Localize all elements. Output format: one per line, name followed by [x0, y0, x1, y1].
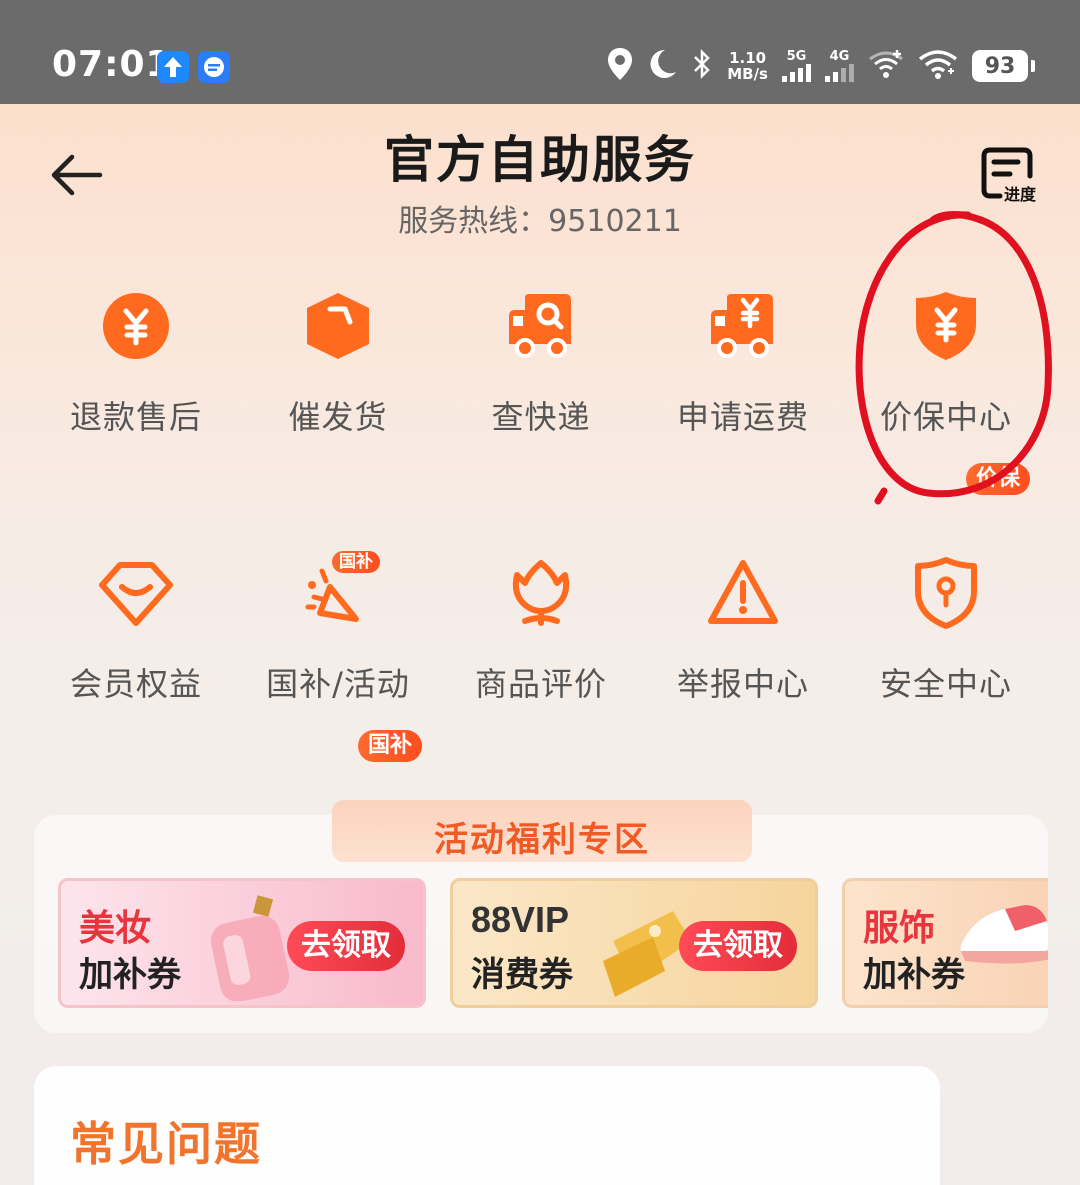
- service-label: 催发货: [288, 398, 388, 436]
- coupon-88vip[interactable]: 88VIP 消费券 去领取: [450, 878, 818, 1008]
- claim-button[interactable]: 去领取: [679, 921, 797, 971]
- shield-yuan-icon: [916, 292, 976, 360]
- sim2-label: 4G: [829, 49, 850, 64]
- service-apply-shipping-fee[interactable]: 申请运费: [643, 288, 843, 438]
- bluetooth-icon: [691, 48, 713, 84]
- shield-keyhole-icon: [915, 557, 977, 629]
- sneaker-icon: [960, 905, 1048, 964]
- wifi-icon: [918, 49, 958, 83]
- service-label: 举报中心: [676, 665, 809, 703]
- service-label: 商品评价: [474, 665, 607, 703]
- service-refund-aftersale[interactable]: 退款售后: [36, 288, 236, 438]
- price-protection-tag: 价保: [966, 463, 1031, 495]
- subsidy-icon-badge: 国补: [332, 551, 380, 573]
- package-box-icon: [307, 293, 369, 359]
- status-bar: 07:01 1.10 MB/s 5G 4G 93: [0, 0, 1080, 104]
- diamond-smile-icon: [99, 562, 173, 626]
- service-label: 国补/活动: [266, 665, 410, 703]
- service-subsidy-activities[interactable]: 国补/活动: [238, 555, 438, 705]
- service-label: 安全中心: [879, 665, 1012, 703]
- coupon-title: 88VIP: [471, 899, 570, 940]
- upload-app-icon: [157, 51, 189, 83]
- service-label: 申请运费: [676, 398, 809, 436]
- service-label: 价保中心: [879, 398, 1012, 436]
- page-title: 官方自助服务: [384, 131, 696, 189]
- service-label: 会员权益: [69, 665, 202, 703]
- service-product-review[interactable]: 商品评价: [441, 555, 641, 705]
- coupon-subtitle: 加补券: [79, 955, 181, 995]
- coupon-title: 美妆: [79, 908, 152, 949]
- perfume-bottle-icon: [210, 895, 290, 1001]
- claim-button[interactable]: 去领取: [287, 921, 405, 971]
- service-label: 查快递: [491, 398, 591, 436]
- status-time: 07:01: [52, 44, 172, 85]
- wifi-plus-icon: [868, 49, 904, 83]
- warning-triangle-icon: [708, 560, 778, 624]
- truck-yuan-icon: [711, 294, 773, 358]
- coupon-title: 服饰: [863, 908, 936, 949]
- service-member-benefits[interactable]: 会员权益: [36, 555, 236, 705]
- sim2-signal: 4G: [825, 50, 854, 82]
- moon-icon: [647, 48, 677, 84]
- truck-search-icon: [509, 294, 571, 358]
- service-hotline[interactable]: 服务热线：9510211: [0, 196, 1080, 240]
- coupon-apparel[interactable]: 服饰 加补券: [842, 878, 1048, 1008]
- status-indicators: 1.10 MB/s 5G 4G 93: [607, 44, 1035, 88]
- progress-label: 进度: [1004, 185, 1037, 204]
- battery-indicator: 93: [972, 50, 1035, 82]
- sim1-signal: 5G: [782, 50, 811, 82]
- network-speed-unit: MB/s: [727, 65, 768, 83]
- service-urge-shipping[interactable]: 催发货: [238, 288, 438, 438]
- activity-title: 活动福利专区: [434, 820, 650, 860]
- service-price-protection[interactable]: 价保中心: [846, 288, 1046, 438]
- flower-icon: [512, 560, 570, 626]
- network-speed: 1.10 MB/s: [727, 50, 768, 82]
- yuan-coin-icon: [103, 293, 169, 359]
- signal-bars-icon: [825, 64, 854, 82]
- faq-title: 常见问题: [70, 1117, 262, 1171]
- service-security-center[interactable]: 安全中心: [846, 555, 1046, 705]
- message-app-icon: [198, 51, 230, 83]
- service-report-center[interactable]: 举报中心: [643, 555, 843, 705]
- signal-bars-icon: [782, 64, 811, 82]
- coupon-beauty[interactable]: 美妆 加补券 去领取: [58, 878, 426, 1008]
- location-icon: [607, 47, 633, 85]
- service-track-delivery[interactable]: 查快递: [441, 288, 641, 438]
- service-label: 退款售后: [69, 398, 202, 436]
- coupon-subtitle: 消费券: [471, 955, 573, 995]
- coupon-subtitle: 加补券: [863, 955, 965, 995]
- subsidy-tag: 国补: [358, 730, 423, 762]
- sim1-label: 5G: [786, 49, 807, 64]
